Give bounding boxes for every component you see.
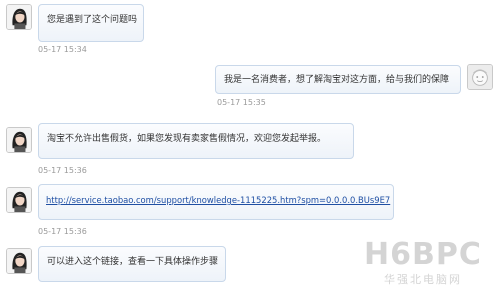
person-avatar-icon — [7, 128, 31, 152]
person-avatar-icon — [7, 249, 31, 273]
message-text: 我是一名消费者，想了解淘宝对这方面，给与我们的保障 — [224, 75, 450, 85]
chat-message-bubble: 您是遇到了这个问题吗 — [38, 4, 144, 42]
message-timestamp: 05-17 15:36 — [38, 166, 87, 175]
message-text: 您是遇到了这个问题吗 — [47, 15, 138, 25]
person-avatar-icon — [7, 5, 31, 29]
agent-avatar[interactable] — [6, 187, 32, 213]
person-avatar-icon — [7, 188, 31, 212]
site-watermark: H6BPC 华强北电脑网 — [364, 237, 494, 289]
message-timestamp: 05-17 15:34 — [38, 45, 87, 54]
chat-message-bubble: http://service.taobao.com/support/knowle… — [38, 184, 394, 220]
agent-avatar[interactable] — [6, 248, 32, 274]
message-timestamp: 05-17 15:35 — [217, 98, 266, 107]
watermark-logo: H6BPC — [364, 237, 482, 272]
chat-message-bubble: 淘宝不允许出售假货，如果您发现有卖家售假情况，欢迎您发起举报。 — [38, 123, 354, 159]
chat-message-bubble: 可以进入这个链接，查看一下具体操作步骤 — [38, 246, 226, 282]
agent-avatar[interactable] — [6, 4, 32, 30]
watermark-text: 华强北电脑网 — [384, 273, 462, 286]
message-text: 淘宝不允许出售假货，如果您发现有卖家售假情况，欢迎您发起举报。 — [47, 134, 327, 144]
face-icon — [468, 65, 492, 89]
message-text: 可以进入这个链接，查看一下具体操作步骤 — [47, 257, 219, 267]
chat-message-bubble: 我是一名消费者，想了解淘宝对这方面，给与我们的保障 — [215, 65, 461, 94]
agent-avatar[interactable] — [6, 127, 32, 153]
self-avatar[interactable] — [467, 64, 493, 90]
message-timestamp: 05-17 15:36 — [38, 227, 87, 236]
knowledge-link[interactable]: http://service.taobao.com/support/knowle… — [46, 195, 390, 205]
